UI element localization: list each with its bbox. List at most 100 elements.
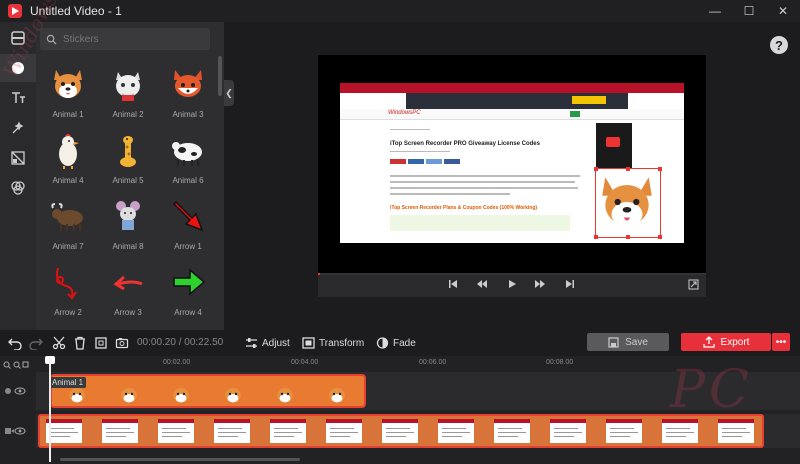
sticker-label: Arrow 3 — [114, 308, 142, 317]
sticker-clip[interactable] — [50, 374, 366, 408]
maximize-button[interactable]: ☐ — [732, 0, 766, 22]
text-tool-button[interactable] — [0, 84, 36, 112]
undo-icon[interactable] — [8, 336, 22, 350]
search-input[interactable] — [61, 32, 195, 46]
redo-icon[interactable] — [29, 336, 43, 350]
video-thumbnail-frame — [550, 419, 586, 443]
fade-button[interactable]: Fade — [376, 334, 416, 352]
corgi-icon — [46, 62, 90, 106]
transition-tool-button[interactable] — [0, 144, 36, 172]
sticker-animal-7[interactable]: Animal 7 — [38, 188, 98, 254]
sticker-clip-label: Animal 1 — [49, 377, 87, 388]
sticker-animal-1[interactable]: Animal 1 — [38, 56, 98, 122]
cat-icon — [106, 62, 150, 106]
minimize-button[interactable]: — — [698, 0, 732, 22]
sticker-animal-3[interactable]: Animal 3 — [158, 56, 218, 122]
playhead[interactable] — [49, 358, 51, 462]
skip-end-icon[interactable] — [565, 279, 575, 289]
mouse-icon — [106, 194, 150, 238]
save-label: Save — [625, 336, 648, 348]
sticker-label: Arrow 4 — [174, 308, 202, 317]
sticker-track-controls[interactable] — [4, 386, 28, 398]
corgi-icon — [225, 388, 241, 403]
sticker-label: Animal 5 — [112, 176, 144, 185]
arrow-green-right-icon — [166, 260, 210, 304]
current-time: 00:00.20 — [137, 337, 176, 348]
ruler-tick: 00:08.00 — [546, 359, 574, 366]
collapse-panel-button[interactable]: ❮ — [224, 80, 234, 106]
sticker-label: Animal 7 — [52, 242, 84, 251]
sticker-arrow-2[interactable]: Arrow 2 — [38, 254, 98, 320]
video-clip[interactable] — [38, 414, 764, 448]
fullscreen-icon[interactable] — [688, 279, 699, 290]
ruler-tick: 00:04.00 — [291, 359, 319, 366]
chicken-icon — [46, 128, 90, 172]
cut-icon[interactable] — [52, 336, 66, 350]
time-separator: / — [178, 337, 182, 348]
video-subhead: iTop Screen Recorder Plans & Coupon Code… — [390, 205, 538, 211]
timeline: 00:02.00 00:04.00 00:06.00 00:08.00 Anim… — [0, 356, 800, 464]
video-track-controls[interactable] — [4, 426, 28, 438]
effects-icon — [12, 121, 24, 134]
video-thumbnail-frame — [382, 419, 418, 443]
giraffe-icon — [106, 128, 150, 172]
sticker-panel: Animal 1 Animal 2 Animal 3 Animal 4 Anim… — [36, 22, 224, 330]
corgi-icon — [277, 388, 293, 403]
sticker-animal-2[interactable]: Animal 2 — [98, 56, 158, 122]
video-thumbnail-frame — [718, 419, 754, 443]
sticker-search[interactable] — [40, 28, 210, 50]
search-icon — [46, 34, 57, 45]
arrow-red-left-icon — [106, 260, 150, 304]
fast-forward-icon[interactable] — [534, 279, 546, 289]
total-time: 00:22.50 — [184, 337, 224, 348]
sticker-animal-8[interactable]: Animal 8 — [98, 188, 158, 254]
ruler-tick: 00:06.00 — [419, 359, 447, 366]
cow-icon — [166, 128, 210, 172]
corgi-icon — [173, 388, 189, 403]
adjust-label: Adjust — [262, 337, 290, 349]
edit-toolbar: 00:00.20 / 00:22.50 Adjust Transform Fad… — [0, 330, 800, 356]
video-thumbnail-frame — [270, 419, 306, 443]
help-button[interactable]: ? — [770, 36, 788, 54]
more-options-button[interactable]: ••• — [772, 333, 790, 351]
sticker-animal-5[interactable]: Animal 5 — [98, 122, 158, 188]
panel-scrollbar[interactable] — [218, 56, 222, 96]
close-button[interactable]: ✕ — [766, 0, 800, 22]
sticker-label: Animal 3 — [172, 110, 204, 119]
sliders-icon — [246, 338, 257, 348]
transform-button[interactable]: Transform — [302, 334, 364, 352]
product-box-image — [596, 123, 632, 169]
video-thumbnail-frame — [606, 419, 642, 443]
video-thumbnail-frame — [662, 419, 698, 443]
skip-start-icon[interactable] — [448, 279, 458, 289]
fade-label: Fade — [393, 337, 416, 349]
play-icon[interactable] — [507, 279, 517, 289]
placed-sticker[interactable] — [594, 167, 662, 239]
title-bar: Untitled Video - 1 — ☐ ✕ — [0, 0, 800, 22]
sticker-label: Arrow 1 — [174, 242, 202, 251]
timeline-scrollbar[interactable] — [60, 458, 300, 461]
fox-icon — [166, 62, 210, 106]
sticker-label: Animal 6 — [172, 176, 204, 185]
effects-tool-button[interactable] — [0, 114, 36, 142]
sticker-animal-4[interactable]: Animal 4 — [38, 122, 98, 188]
crop-icon[interactable] — [94, 336, 108, 350]
snapshot-icon[interactable] — [115, 336, 129, 350]
export-icon — [702, 336, 715, 348]
adjust-button[interactable]: Adjust — [245, 334, 290, 352]
app-logo-icon — [8, 4, 22, 18]
export-button[interactable]: Export — [681, 333, 771, 351]
rewind-icon[interactable] — [476, 279, 488, 289]
save-button[interactable]: Save — [587, 333, 669, 351]
sticker-arrow-3[interactable]: Arrow 3 — [98, 254, 158, 320]
ruler-tick: 00:02.00 — [163, 359, 191, 366]
bull-icon — [46, 194, 90, 238]
sticker-animal-6[interactable]: Animal 6 — [158, 122, 218, 188]
delete-icon[interactable] — [73, 336, 87, 350]
sticker-arrow-4[interactable]: Arrow 4 — [158, 254, 218, 320]
player-controls — [318, 275, 706, 297]
sticker-arrow-1[interactable]: Arrow 1 — [158, 188, 218, 254]
video-frame: WindowsPC iTop Screen Recorder PRO Givea… — [340, 83, 684, 243]
filter-tool-button[interactable] — [0, 174, 36, 202]
sticker-label: Animal 4 — [52, 176, 84, 185]
